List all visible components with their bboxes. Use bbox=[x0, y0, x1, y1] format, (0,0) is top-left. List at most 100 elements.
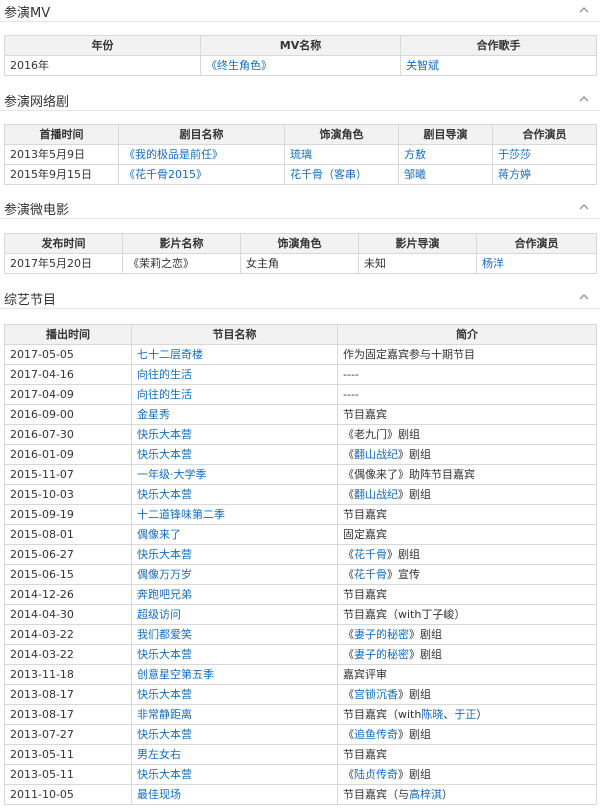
program-name-link[interactable]: 创意星空第五季 bbox=[131, 664, 338, 685]
date-cell: 2017年5月20日 bbox=[4, 253, 123, 274]
director-link[interactable]: 邹曦 bbox=[398, 164, 493, 185]
intro-cell: 《追鱼传奇》剧组 bbox=[337, 724, 597, 745]
column-header: MV名称 bbox=[200, 35, 401, 56]
intro-text: ） bbox=[442, 787, 453, 801]
intro-text: 《 bbox=[343, 567, 354, 581]
intro-cell: 《陆贞传奇》剧组 bbox=[337, 764, 597, 785]
program-name-link[interactable]: 快乐大本营 bbox=[131, 684, 338, 705]
table-row: 2015年9月15日 《花千骨2015》 花千骨（客串） 邹曦 蒋方婷 bbox=[4, 164, 597, 185]
intro-link[interactable]: 追鱼传奇 bbox=[354, 728, 398, 741]
year-cell: 2016年 bbox=[4, 55, 201, 76]
column-header: 节目名称 bbox=[131, 324, 338, 345]
costar-link[interactable]: 蒋方婷 bbox=[492, 164, 597, 185]
costar-link[interactable]: 杨洋 bbox=[476, 253, 597, 274]
program-name-link[interactable]: 快乐大本营 bbox=[131, 484, 338, 505]
intro-text: 节目嘉宾 bbox=[343, 507, 387, 521]
singer-link[interactable]: 关智斌 bbox=[400, 55, 597, 76]
intro-text: 》剧组 bbox=[398, 767, 431, 781]
program-name-link[interactable]: 男左女右 bbox=[131, 744, 338, 765]
intro-link[interactable]: 翻山战纪 bbox=[354, 488, 398, 501]
program-name-link[interactable]: 快乐大本营 bbox=[131, 444, 338, 465]
role-link[interactable]: 花千骨（客串） bbox=[284, 164, 399, 185]
section-header-microfilm: 参演微电影 bbox=[0, 197, 600, 219]
chevron-up-icon[interactable] bbox=[578, 5, 590, 15]
broadcast-date-cell: 2015-09-19 bbox=[4, 504, 132, 525]
program-name-link[interactable]: 偶像来了 bbox=[131, 524, 338, 545]
variety-table: 播出时间 节目名称 简介 2017-05-05 七十二层奇楼 作为固定嘉宾参与十期节… bbox=[4, 324, 597, 805]
intro-text: 作为固定嘉宾参与十期节目 bbox=[343, 347, 475, 361]
column-header: 首播时间 bbox=[4, 124, 119, 145]
intro-text: 《 bbox=[343, 647, 354, 661]
program-name-link[interactable]: 快乐大本营 bbox=[131, 724, 338, 745]
director-link[interactable]: 方敖 bbox=[398, 144, 493, 165]
chevron-up-icon[interactable] bbox=[578, 202, 590, 212]
column-header: 合作演员 bbox=[476, 233, 597, 254]
role-link[interactable]: 琉璃 bbox=[284, 144, 399, 165]
intro-cell: 节目嘉宾（与高梓淇） bbox=[337, 784, 597, 805]
broadcast-date-cell: 2017-04-16 bbox=[4, 364, 132, 385]
program-name-link[interactable]: 快乐大本营 bbox=[131, 644, 338, 665]
table-row: 2013-08-17 快乐大本营 《宫锁沉香》剧组 bbox=[4, 684, 597, 705]
intro-text: 节目嘉宾 bbox=[343, 407, 387, 421]
program-name-link[interactable]: 十二道锋味第二季 bbox=[131, 504, 338, 525]
intro-cell: 节目嘉宾 bbox=[337, 404, 597, 425]
broadcast-date-cell: 2011-10-05 bbox=[4, 784, 132, 805]
intro-text: 》剧组 bbox=[409, 627, 442, 641]
intro-link[interactable]: 于正 bbox=[454, 708, 476, 721]
table-row: 2016-09-00 金星秀 节目嘉宾 bbox=[4, 404, 597, 425]
date-cell: 2013年5月9日 bbox=[4, 144, 119, 165]
drama-name-link[interactable]: 《花千骨2015》 bbox=[118, 164, 285, 185]
program-name-link[interactable]: 我们都爱笑 bbox=[131, 624, 338, 645]
program-name-link[interactable]: 偶像万万岁 bbox=[131, 564, 338, 585]
program-name-link[interactable]: 向往的生活 bbox=[131, 384, 338, 405]
program-name-link[interactable]: 向往的生活 bbox=[131, 364, 338, 385]
intro-link[interactable]: 高梓淇 bbox=[409, 788, 442, 801]
intro-link[interactable]: 宫锁沉香 bbox=[354, 688, 398, 701]
program-name-link[interactable]: 奔跑吧兄弟 bbox=[131, 584, 338, 605]
program-name-link[interactable]: 快乐大本营 bbox=[131, 764, 338, 785]
costar-link[interactable]: 于莎莎 bbox=[492, 144, 597, 165]
column-header: 简介 bbox=[337, 324, 597, 345]
broadcast-date-cell: 2014-12-26 bbox=[4, 584, 132, 605]
table-row: 2015-09-19 十二道锋味第二季 节目嘉宾 bbox=[4, 504, 597, 525]
program-name-link[interactable]: 最佳现场 bbox=[131, 784, 338, 805]
intro-link[interactable]: 花千骨 bbox=[354, 548, 387, 561]
program-name-link[interactable]: 非常静距离 bbox=[131, 704, 338, 725]
broadcast-date-cell: 2015-06-27 bbox=[4, 544, 132, 565]
intro-cell: 固定嘉宾 bbox=[337, 524, 597, 545]
broadcast-date-cell: 2015-11-07 bbox=[4, 464, 132, 485]
intro-text: 》剧组 bbox=[409, 647, 442, 661]
table-row: 2016年 《终生角色》 关智斌 bbox=[4, 55, 597, 76]
program-name-link[interactable]: 快乐大本营 bbox=[131, 544, 338, 565]
intro-link[interactable]: 妻子的秘密 bbox=[354, 628, 409, 641]
program-name-link[interactable]: 金星秀 bbox=[131, 404, 338, 425]
intro-cell: ---- bbox=[337, 384, 597, 405]
chevron-up-icon[interactable] bbox=[578, 292, 590, 302]
chevron-up-icon[interactable] bbox=[578, 94, 590, 104]
table-row: 2013年5月9日 《我的极品是前任》 琉璃 方敖 于莎莎 bbox=[4, 144, 597, 165]
program-name-link[interactable]: 一年级·大学季 bbox=[131, 464, 338, 485]
intro-link[interactable]: 陆贞传奇 bbox=[354, 768, 398, 781]
column-header: 影片名称 bbox=[122, 233, 241, 254]
broadcast-date-cell: 2013-05-11 bbox=[4, 764, 132, 785]
table-row: 2013-08-17 非常静距离 节目嘉宾（with陈晓、于正） bbox=[4, 704, 597, 725]
table-row: 2014-12-26 奔跑吧兄弟 节目嘉宾 bbox=[4, 584, 597, 605]
table-row: 2014-03-22 我们都爱笑 《妻子的秘密》剧组 bbox=[4, 624, 597, 645]
intro-text: ---- bbox=[343, 387, 359, 401]
intro-link[interactable]: 妻子的秘密 bbox=[354, 648, 409, 661]
intro-link[interactable]: 翻山战纪 bbox=[354, 448, 398, 461]
broadcast-date-cell: 2013-11-18 bbox=[4, 664, 132, 685]
broadcast-date-cell: 2017-05-05 bbox=[4, 344, 132, 365]
table-row: 2017-05-05 七十二层奇楼 作为固定嘉宾参与十期节目 bbox=[4, 344, 597, 365]
intro-cell: 《妻子的秘密》剧组 bbox=[337, 624, 597, 645]
program-name-link[interactable]: 七十二层奇楼 bbox=[131, 344, 338, 365]
mv-name-link[interactable]: 《终生角色》 bbox=[200, 55, 401, 76]
program-name-link[interactable]: 超级访问 bbox=[131, 604, 338, 625]
table-row: 2014-04-30 超级访问 节目嘉宾（with丁子峻） bbox=[4, 604, 597, 625]
intro-link[interactable]: 陈晓 bbox=[421, 708, 443, 721]
program-name-link[interactable]: 快乐大本营 bbox=[131, 424, 338, 445]
intro-cell: 节目嘉宾 bbox=[337, 504, 597, 525]
drama-name-link[interactable]: 《我的极品是前任》 bbox=[118, 144, 285, 165]
intro-link[interactable]: 花千骨 bbox=[354, 568, 387, 581]
table-row: 2013-11-18 创意星空第五季 嘉宾评审 bbox=[4, 664, 597, 685]
